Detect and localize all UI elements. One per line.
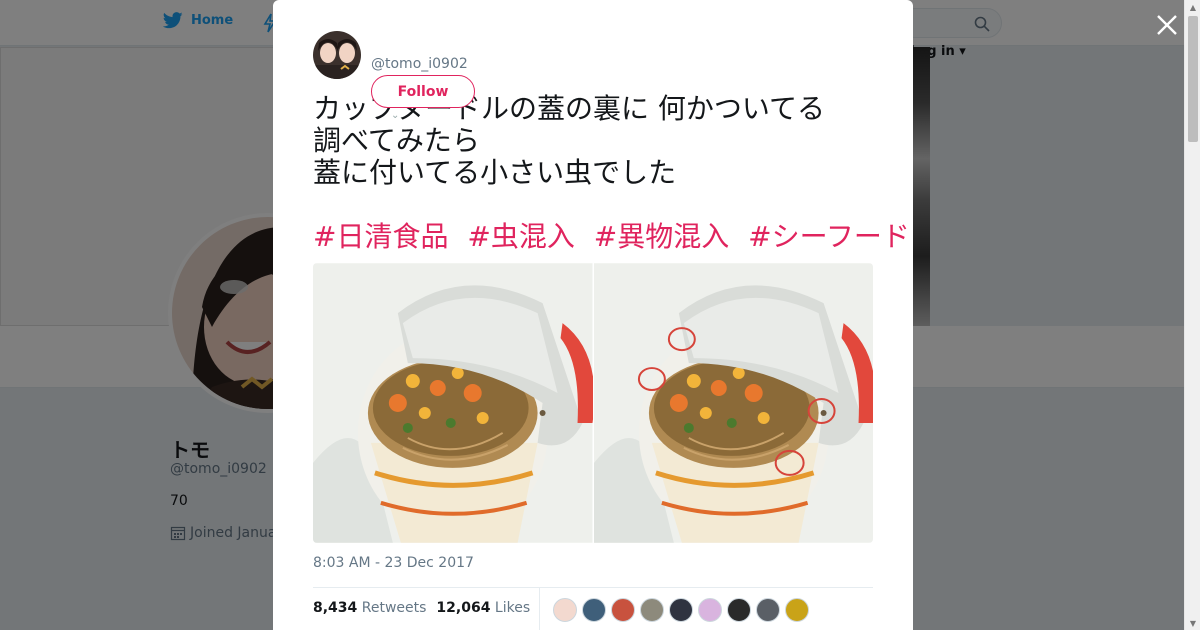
liker-avatar[interactable]: [640, 598, 664, 622]
tweet-timestamp[interactable]: 8:03 AM - 23 Dec 2017: [313, 555, 474, 571]
hashtag-link[interactable]: #虫混入: [467, 220, 574, 253]
hashtag-list: #日清食品 #虫混入 #異物混入 #シーフード: [313, 220, 913, 254]
tweet-handle[interactable]: @tomo_i0902: [371, 56, 468, 72]
retweets-stat[interactable]: 8,434 Retweets: [313, 600, 426, 616]
hashtag-link[interactable]: #異物混入: [594, 220, 729, 253]
liker-avatar[interactable]: [582, 598, 606, 622]
scrollbar[interactable]: ▲ ▼: [1184, 0, 1200, 630]
liker-avatar[interactable]: [611, 598, 635, 622]
likes-stat[interactable]: 12,064 Likes: [436, 600, 530, 616]
tweet-avatar[interactable]: [313, 31, 361, 79]
divider: [539, 588, 540, 630]
avatar-photo: [313, 31, 361, 79]
follow-button[interactable]: Follow: [371, 75, 475, 108]
tweet-modal: @tomo_i0902 カップヌードルの蓋の裏に 何かついてる 調べてみたら 蓋…: [273, 0, 913, 630]
hashtag-link[interactable]: #シーフード: [748, 220, 910, 253]
liker-avatars: [553, 598, 809, 622]
media-photo-noodle-cup-marked[interactable]: [593, 263, 874, 543]
scroll-thumb[interactable]: [1188, 16, 1198, 142]
close-icon[interactable]: [1152, 10, 1182, 40]
tweet-stats: 8,434 Retweets 12,064 Likes: [313, 600, 530, 616]
tweet-media: [313, 263, 873, 543]
liker-avatar[interactable]: [553, 598, 577, 622]
media-photo-noodle-cup[interactable]: [313, 263, 593, 543]
liker-avatar[interactable]: [698, 598, 722, 622]
divider: [313, 587, 873, 588]
retweets-count: 8,434: [313, 600, 358, 616]
liker-avatar[interactable]: [727, 598, 751, 622]
liker-avatar[interactable]: [669, 598, 693, 622]
scroll-down-arrow-icon[interactable]: ▼: [1185, 616, 1200, 630]
retweets-label: Retweets: [361, 600, 427, 616]
likes-label: Likes: [494, 600, 531, 616]
chevron-down-icon: ⌄: [391, 110, 400, 121]
liker-avatar[interactable]: [785, 598, 809, 622]
scroll-up-arrow-icon[interactable]: ▲: [1185, 0, 1200, 14]
hashtag-link[interactable]: #日清食品: [313, 220, 448, 253]
liker-avatar[interactable]: [756, 598, 780, 622]
likes-count: 12,064: [436, 600, 491, 616]
